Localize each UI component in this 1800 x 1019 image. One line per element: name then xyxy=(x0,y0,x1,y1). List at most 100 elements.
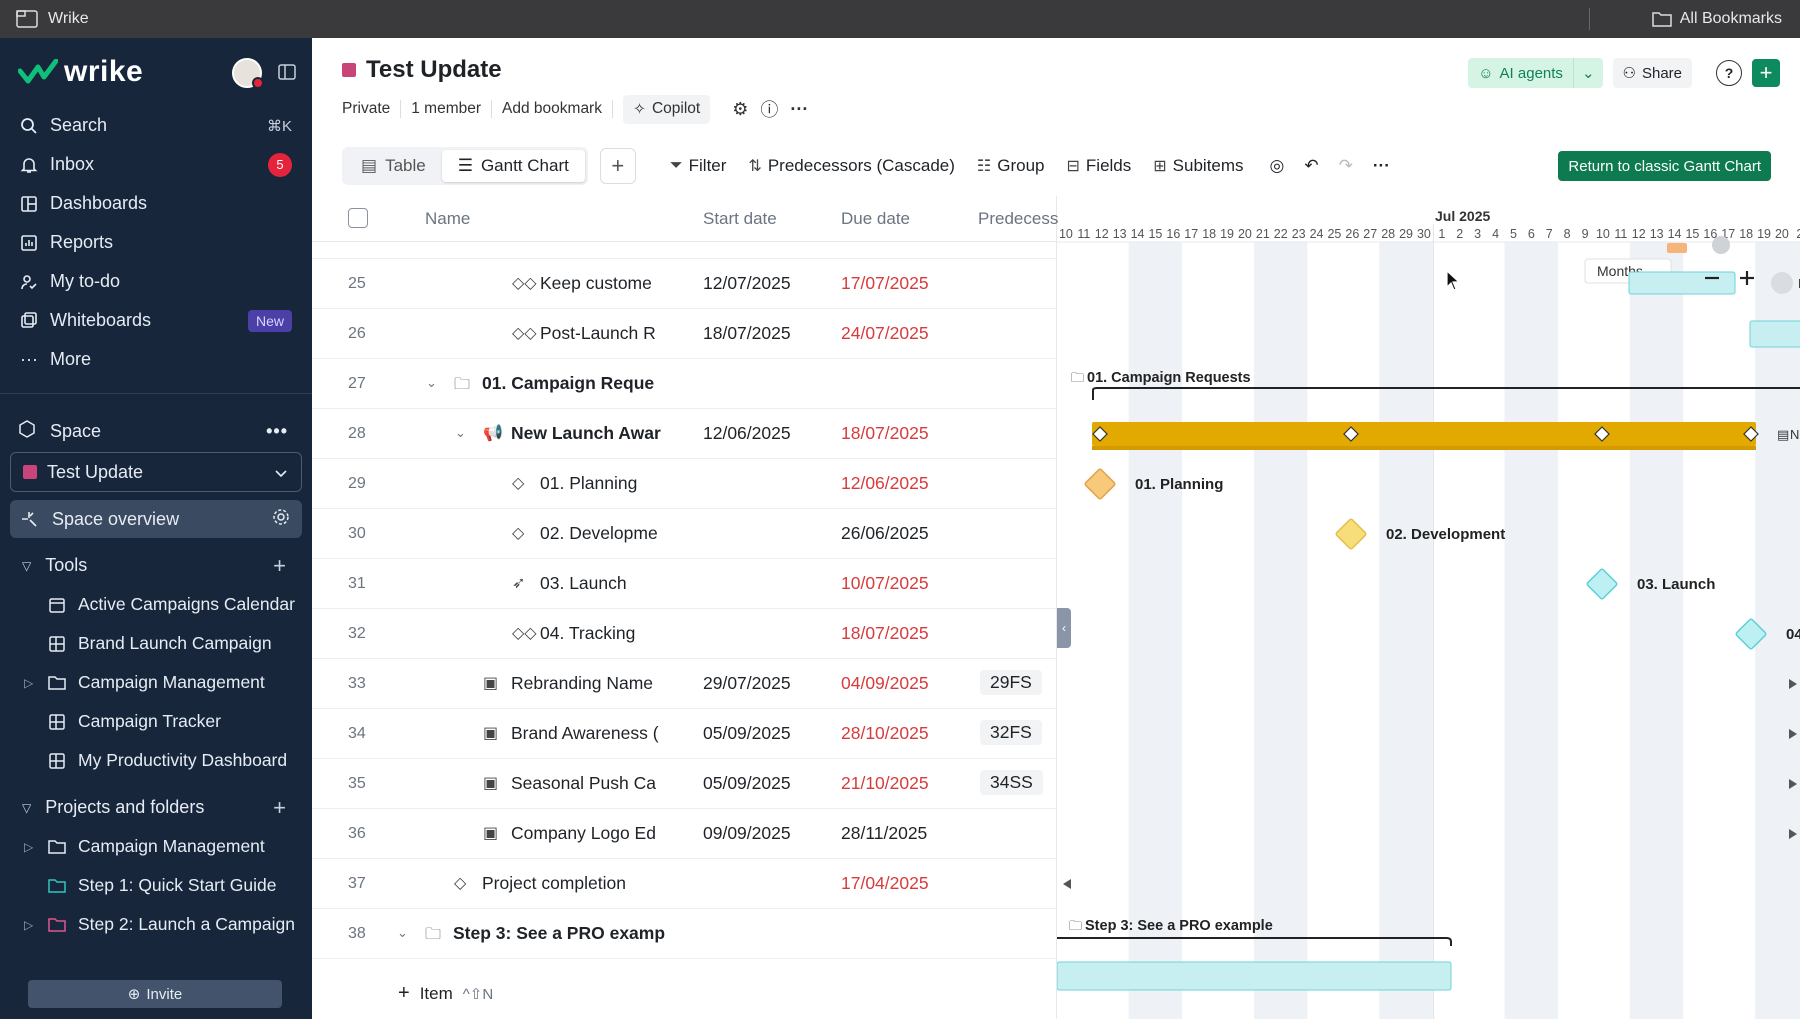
due-date-cell[interactable]: 18/07/2025 xyxy=(841,623,929,644)
start-date-cell[interactable]: 05/09/2025 xyxy=(703,723,791,744)
info-icon[interactable]: ⓘ xyxy=(760,96,778,122)
redo-icon[interactable]: ↷ xyxy=(1339,156,1353,176)
table-row[interactable]: 35 ▣ Seasonal Push Ca 05/09/2025 21/10/2025 3… xyxy=(312,759,1056,809)
project-item[interactable]: ▷ Campaign Management xyxy=(0,827,312,866)
space-more-icon[interactable]: ••• xyxy=(266,421,288,442)
page-title-text[interactable]: Test Update xyxy=(366,56,502,84)
task-name[interactable]: 03. Launch xyxy=(540,573,700,594)
privacy-link[interactable]: Private xyxy=(342,100,402,118)
add-project-icon[interactable]: + xyxy=(273,795,286,821)
tool-item[interactable]: ▷ Campaign Management xyxy=(0,663,312,702)
collapse-panel-handle[interactable]: ‹ xyxy=(1057,608,1071,648)
help-icon[interactable]: ? xyxy=(1716,60,1742,86)
globe-icon[interactable]: ◎ xyxy=(1270,156,1285,176)
start-date-cell[interactable]: 12/06/2025 xyxy=(703,423,791,444)
add-item-button[interactable]: + Item ^⇧N xyxy=(398,982,493,1005)
due-date-cell[interactable]: 21/10/2025 xyxy=(841,773,929,794)
column-start-header[interactable]: Start date xyxy=(703,209,777,229)
space-overview-item[interactable]: Space overview xyxy=(10,500,302,538)
table-row[interactable]: 32 ◇◇ 04. Tracking 18/07/2025 xyxy=(312,609,1056,659)
table-row[interactable]: 27 ⌄ 🗀 01. Campaign Reque xyxy=(312,359,1056,409)
chevron-down-icon[interactable]: ⌄ xyxy=(1574,64,1603,82)
start-date-cell[interactable]: 09/09/2025 xyxy=(703,823,791,844)
add-view-button[interactable]: + xyxy=(599,148,636,184)
nav-whiteboards[interactable]: Whiteboards New xyxy=(0,301,312,340)
tool-item[interactable]: My Productivity Dashboard xyxy=(0,741,312,780)
task-name[interactable]: 02. Developme xyxy=(540,523,700,544)
predecessors-button[interactable]: ⇅ Predecessors (Cascade) xyxy=(748,156,954,176)
column-predecessors-header[interactable]: Predecess xyxy=(978,209,1058,229)
nav-more[interactable]: ··· More xyxy=(0,340,312,379)
task-name[interactable]: Seasonal Push Ca xyxy=(511,773,700,794)
due-date-cell[interactable]: 28/10/2025 xyxy=(841,723,929,744)
gantt-canvas[interactable]: Jul 202510 11 12 13 14 15 16 17 18 19 20 21 22 23 24 25… xyxy=(1057,196,1800,1019)
project-item[interactable]: Step 1: Quick Start Guide xyxy=(0,866,312,905)
due-date-cell[interactable]: 12/06/2025 xyxy=(841,473,929,494)
nav-search[interactable]: Search ⌘K xyxy=(0,106,312,145)
task-name[interactable]: New Launch Awar xyxy=(511,423,700,444)
tool-item[interactable]: Campaign Tracker xyxy=(0,702,312,741)
chevron-down-icon[interactable]: ⌄ xyxy=(426,375,437,391)
predecessor-chip[interactable]: 34SS xyxy=(980,770,1043,795)
table-row[interactable]: 38 ⌄ 🗀 Step 3: See a PRO examp xyxy=(312,909,1056,959)
offscreen-left-arrow[interactable] xyxy=(1063,879,1071,889)
task-name[interactable]: 04. Tracking xyxy=(540,623,700,644)
project-item[interactable]: ▷ Step 2: Launch a Campaign xyxy=(0,905,312,944)
due-date-cell[interactable]: 28/11/2025 xyxy=(841,823,927,844)
task-name[interactable]: Post-Launch R xyxy=(540,323,700,344)
tab-gantt-chart[interactable]: ☰ Gantt Chart xyxy=(441,150,585,182)
tab-table[interactable]: ▤ Table xyxy=(345,150,442,182)
due-date-cell[interactable]: 17/04/2025 xyxy=(841,873,929,894)
add-bookmark-link[interactable]: Add bookmark xyxy=(492,100,613,118)
task-name[interactable]: 01. Campaign Reque xyxy=(482,373,700,394)
expand-icon[interactable]: ▷ xyxy=(24,918,33,932)
gear-icon[interactable] xyxy=(272,508,290,531)
column-due-header[interactable]: Due date xyxy=(841,209,910,229)
table-row[interactable]: 37 ◇ Project completion 17/04/2025 xyxy=(312,859,1056,909)
task-name[interactable]: Project completion xyxy=(482,873,700,894)
start-date-cell[interactable]: 29/07/2025 xyxy=(703,673,791,694)
nav-dashboards[interactable]: Dashboards xyxy=(0,184,312,223)
task-name[interactable]: Keep custome xyxy=(540,273,700,294)
task-name[interactable]: Company Logo Ed xyxy=(511,823,700,844)
due-date-cell[interactable]: 04/09/2025 xyxy=(841,673,929,694)
space-selector[interactable]: Test Update xyxy=(10,452,302,492)
more-icon[interactable]: ··· xyxy=(790,99,808,120)
table-row[interactable]: 26 ◇◇ Post-Launch R 18/07/2025 24/07/2025 xyxy=(312,309,1056,359)
table-row[interactable]: 29 ◇ 01. Planning 12/06/2025 xyxy=(312,459,1056,509)
table-row[interactable]: 30 ◇ 02. Developme 26/06/2025 xyxy=(312,509,1056,559)
add-tool-icon[interactable]: + xyxy=(273,553,286,579)
expand-icon[interactable]: ▷ xyxy=(24,676,33,690)
milestone-diamond[interactable] xyxy=(1335,518,1367,550)
table-row[interactable]: 25 ◇◇ Keep custome 12/07/2025 17/07/2025 xyxy=(312,259,1056,309)
tool-item[interactable]: Active Campaigns Calendar xyxy=(0,585,312,624)
invite-button[interactable]: ⊕ Invite xyxy=(28,980,282,1008)
share-button[interactable]: ⚇ Share xyxy=(1612,58,1692,88)
expand-icon[interactable]: ▷ xyxy=(24,840,33,854)
table-row[interactable]: 28 ⌄ 📢 New Launch Awar 12/06/2025 18/07/2025 xyxy=(312,409,1056,459)
due-date-cell[interactable]: 26/06/2025 xyxy=(841,523,929,544)
chevron-down-icon[interactable]: ⌄ xyxy=(397,925,408,941)
create-new-button[interactable]: + xyxy=(1752,59,1780,87)
table-row[interactable]: 31 ➶ 03. Launch 10/07/2025 xyxy=(312,559,1056,609)
due-date-cell[interactable]: 17/07/2025 xyxy=(841,273,929,294)
start-date-cell[interactable]: 18/07/2025 xyxy=(703,323,791,344)
nav-reports[interactable]: Reports xyxy=(0,223,312,262)
filter-button[interactable]: ⏷ Filter xyxy=(670,156,727,176)
due-date-cell[interactable]: 10/07/2025 xyxy=(841,573,929,594)
nav-inbox[interactable]: Inbox 5 xyxy=(0,145,312,184)
collapse-sidebar-icon[interactable] xyxy=(278,64,296,80)
tools-section[interactable]: ▽ Tools + xyxy=(0,546,312,585)
all-bookmarks-button[interactable]: All Bookmarks xyxy=(1652,0,1782,38)
group-button[interactable]: ☷ Group xyxy=(977,156,1045,176)
select-all-checkbox[interactable] xyxy=(348,208,368,228)
due-date-cell[interactable]: 18/07/2025 xyxy=(841,423,929,444)
task-name[interactable]: Rebranding Name xyxy=(511,673,700,694)
milestone-diamond[interactable] xyxy=(1084,468,1116,500)
settings-icon[interactable]: ⚙ xyxy=(732,99,748,120)
task-name[interactable]: 01. Planning xyxy=(540,473,700,494)
tool-item[interactable]: Brand Launch Campaign xyxy=(0,624,312,663)
ai-agents-button[interactable]: ☺ AI agents ⌄ xyxy=(1468,58,1603,88)
undo-icon[interactable]: ↶ xyxy=(1304,156,1318,176)
subitems-button[interactable]: ⊞ Subitems xyxy=(1153,156,1243,176)
